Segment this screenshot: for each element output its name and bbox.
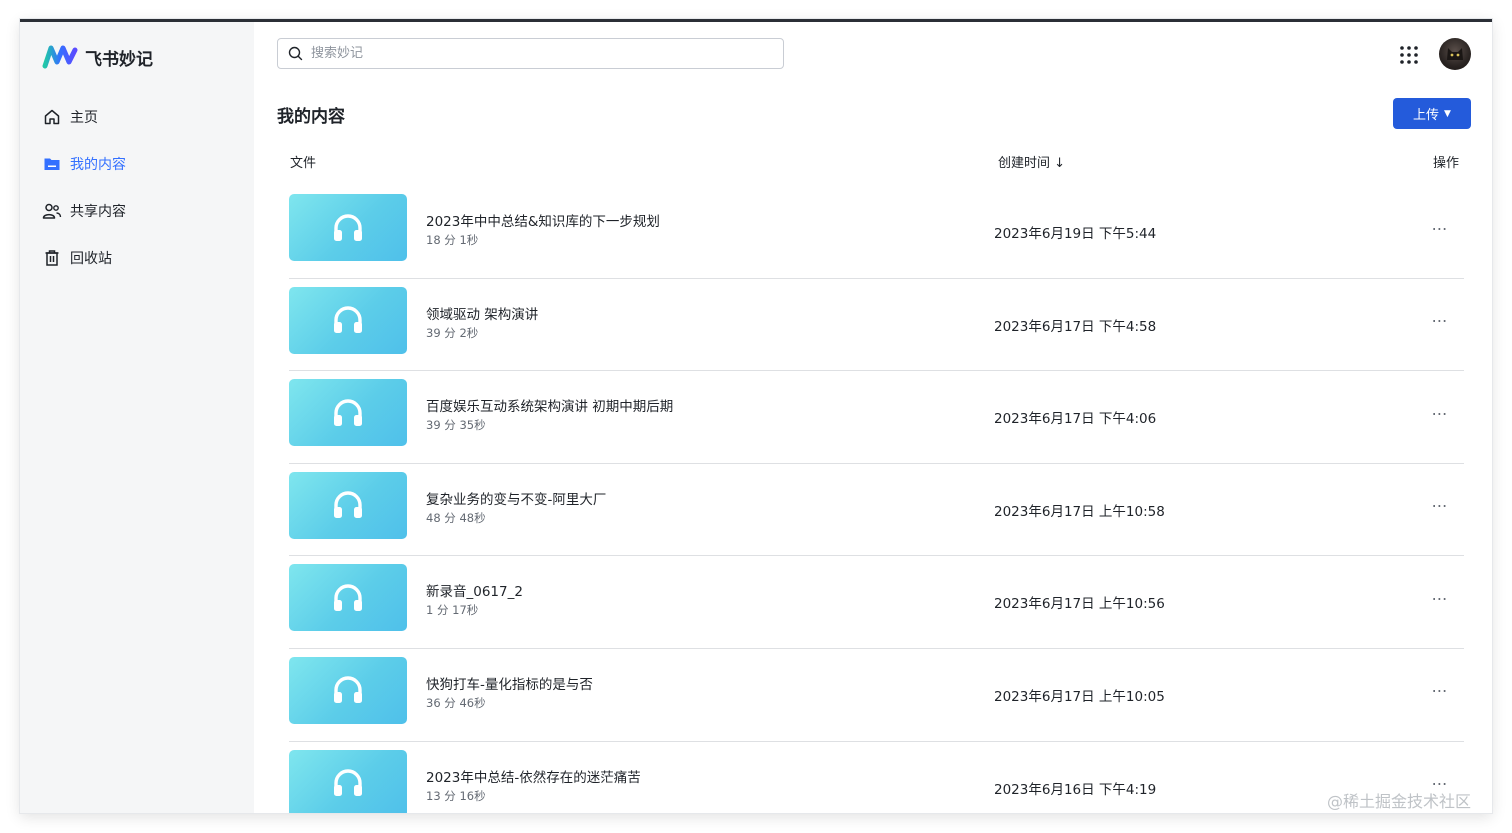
headphones-icon: [334, 398, 362, 426]
sidebar-item-trash[interactable]: 回收站: [42, 245, 242, 271]
file-list: 2023年中中总结&知识库的下一步规划 18 分 1秒 2023年6月19日 下…: [289, 186, 1464, 813]
column-header-created-time[interactable]: 创建时间 ↓: [998, 152, 1065, 171]
more-options-icon[interactable]: ⋯: [1427, 588, 1453, 608]
headphones-icon: [334, 306, 362, 334]
more-options-icon[interactable]: ⋯: [1427, 403, 1453, 423]
sidebar-item-home[interactable]: 主页: [42, 104, 242, 130]
file-title[interactable]: 新录音_0617_2: [426, 580, 523, 600]
users-icon: [42, 201, 62, 221]
table-row[interactable]: 新录音_0617_2 1 分 17秒 2023年6月17日 上午10:56 ⋯: [289, 556, 1464, 649]
file-title[interactable]: 2023年中总结-依然存在的迷茫痛苦: [426, 766, 641, 786]
upload-button-label: 上传: [1413, 108, 1440, 123]
search-icon: [288, 46, 303, 61]
audio-thumbnail[interactable]: [289, 286, 407, 354]
folder-icon: [42, 154, 62, 174]
column-header-file: 文件: [290, 156, 317, 171]
sidebar-item-shared[interactable]: 共享内容: [42, 198, 242, 224]
table-row[interactable]: 百度娱乐互动系统架构演讲 初期中期后期 39 分 35秒 2023年6月17日 …: [289, 371, 1464, 464]
user-avatar[interactable]: [1439, 38, 1471, 70]
more-options-icon[interactable]: ⋯: [1427, 496, 1453, 516]
audio-thumbnail[interactable]: [289, 379, 407, 447]
file-created-time: 2023年6月17日 下午4:58: [994, 318, 1157, 335]
sidebar-item-label: 回收站: [70, 251, 112, 267]
sidebar-item-label: 我的内容: [70, 157, 126, 173]
headphones-icon: [334, 676, 362, 704]
sidebar-nav: 主页 我的内容 共享内容 回收站: [42, 104, 242, 292]
more-options-icon[interactable]: ⋯: [1427, 681, 1453, 701]
audio-thumbnail[interactable]: [289, 471, 407, 539]
app-window: 飞书妙记 主页 我的内容 共享内容 回收站 搜索妙记 我的内容 上传 ▼ 文件 …: [20, 19, 1492, 813]
app-logo[interactable]: 飞书妙记: [42, 44, 153, 70]
file-created-time: 2023年6月16日 下午4:19: [994, 781, 1157, 798]
column-header-actions: 操作: [1433, 156, 1460, 171]
file-created-time: 2023年6月17日 上午10:05: [994, 688, 1165, 705]
file-duration: 18 分 1秒: [426, 233, 479, 247]
main-content: 我的内容 上传 ▼ 文件 创建时间 ↓ 操作 2023年中中总结&知识库的下一步…: [254, 22, 1492, 813]
caret-down-icon: ▼: [1444, 108, 1451, 119]
table-row[interactable]: 2023年中中总结&知识库的下一步规划 18 分 1秒 2023年6月19日 下…: [289, 186, 1464, 279]
file-created-time: 2023年6月17日 上午10:58: [994, 503, 1165, 520]
sidebar-item-my-content[interactable]: 我的内容: [42, 151, 242, 177]
file-title[interactable]: 快狗打车-量化指标的是与否: [426, 673, 593, 693]
file-duration: 39 分 2秒: [426, 325, 479, 340]
file-created-time: 2023年6月19日 下午5:44: [994, 226, 1157, 242]
file-title[interactable]: 复杂业务的变与不变-阿里大厂: [426, 488, 606, 508]
search-input[interactable]: [309, 45, 753, 62]
audio-thumbnail[interactable]: [289, 749, 407, 813]
search-box[interactable]: [277, 38, 784, 69]
file-title[interactable]: 百度娱乐互动系统架构演讲 初期中期后期: [426, 395, 673, 415]
sidebar-item-label: 主页: [70, 110, 98, 126]
file-duration: 39 分 35秒: [426, 418, 486, 433]
audio-thumbnail[interactable]: [289, 656, 407, 724]
file-title[interactable]: 领域驱动 架构演讲: [426, 303, 538, 323]
trash-icon: [42, 248, 62, 268]
file-created-time: 2023年6月17日 上午10:56: [994, 596, 1165, 613]
avatar-cat-icon: [1447, 48, 1463, 60]
headphones-icon: [334, 769, 362, 797]
headphones-icon: [334, 213, 362, 241]
table-row[interactable]: 2023年中总结-依然存在的迷茫痛苦 13 分 16秒 2023年6月16日 下…: [289, 742, 1464, 813]
apps-grid-icon[interactable]: [1398, 44, 1420, 66]
file-title[interactable]: 2023年中中总结&知识库的下一步规划: [426, 210, 660, 230]
more-options-icon[interactable]: ⋯: [1427, 218, 1453, 238]
headphones-icon: [334, 491, 362, 519]
file-created-time: 2023年6月17日 下午4:06: [994, 411, 1157, 428]
table-row[interactable]: 领域驱动 架构演讲 39 分 2秒 2023年6月17日 下午4:58 ⋯: [289, 279, 1464, 372]
audio-thumbnail[interactable]: [289, 564, 407, 632]
audio-thumbnail[interactable]: [289, 194, 407, 261]
app-name: 飞书妙记: [85, 49, 153, 70]
headphones-icon: [334, 584, 362, 611]
file-duration: 48 分 48秒: [426, 510, 486, 525]
table-row[interactable]: 复杂业务的变与不变-阿里大厂 48 分 48秒 2023年6月17日 上午10:…: [289, 464, 1464, 557]
sidebar: 飞书妙记 主页 我的内容 共享内容 回收站: [20, 22, 254, 813]
file-duration: 1 分 17秒: [426, 603, 479, 618]
table-row[interactable]: 快狗打车-量化指标的是与否 36 分 46秒 2023年6月17日 上午10:0…: [289, 649, 1464, 742]
sidebar-item-label: 共享内容: [70, 204, 126, 220]
file-duration: 36 分 46秒: [426, 695, 486, 710]
upload-button[interactable]: 上传 ▼: [1393, 98, 1471, 129]
more-options-icon[interactable]: ⋯: [1427, 311, 1453, 331]
logo-mark-icon: [42, 45, 78, 69]
page-title: 我的内容: [277, 107, 345, 127]
watermark: @稀土掘金技术社区: [1327, 792, 1472, 811]
file-duration: 13 分 16秒: [426, 788, 486, 803]
home-icon: [42, 107, 62, 127]
